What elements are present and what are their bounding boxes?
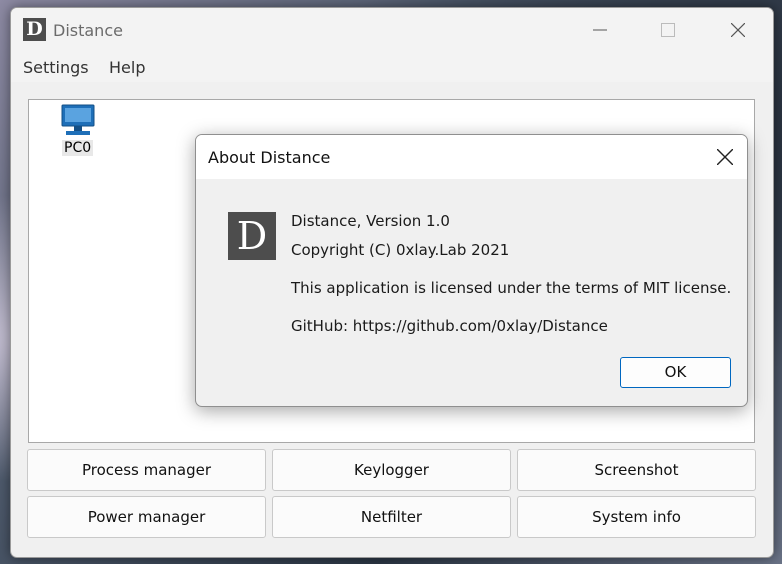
dialog-close-button[interactable] (701, 135, 747, 179)
system-info-button[interactable]: System info (517, 496, 756, 538)
title-bar[interactable]: D Distance (11, 8, 773, 54)
netfilter-button[interactable]: Netfilter (272, 496, 511, 538)
menu-bar: Settings Help (11, 54, 773, 82)
client-label[interactable]: PC0 (62, 140, 94, 156)
menu-help[interactable]: Help (109, 58, 145, 77)
close-icon (717, 149, 733, 165)
screenshot-button[interactable]: Screenshot (517, 449, 756, 491)
window-title: Distance (53, 21, 123, 40)
ok-button[interactable]: OK (620, 357, 731, 388)
copyright-text: Copyright (C) 0xlay.Lab 2021 (291, 241, 510, 259)
process-manager-button[interactable]: Process manager (27, 449, 266, 491)
app-logo-icon: D (23, 18, 46, 41)
dialog-title: About Distance (208, 148, 331, 167)
keylogger-button[interactable]: Keylogger (272, 449, 511, 491)
license-text: This application is licensed under the t… (291, 279, 732, 297)
dialog-title-bar[interactable]: About Distance (196, 135, 747, 179)
menu-settings[interactable]: Settings (23, 58, 89, 77)
minimize-button[interactable] (577, 8, 623, 52)
computer-icon[interactable] (61, 104, 95, 136)
github-text[interactable]: GitHub: https://github.com/0xlay/Distanc… (291, 317, 608, 335)
maximize-button[interactable] (645, 8, 691, 52)
close-button[interactable] (715, 8, 761, 52)
power-manager-button[interactable]: Power manager (27, 496, 266, 538)
minimize-icon (593, 29, 607, 31)
app-logo-icon: D (228, 212, 276, 260)
close-icon (731, 23, 745, 37)
version-text: Distance, Version 1.0 (291, 212, 450, 230)
about-dialog: About Distance D Distance, Version 1.0 C… (195, 134, 748, 407)
maximize-icon (661, 23, 675, 37)
